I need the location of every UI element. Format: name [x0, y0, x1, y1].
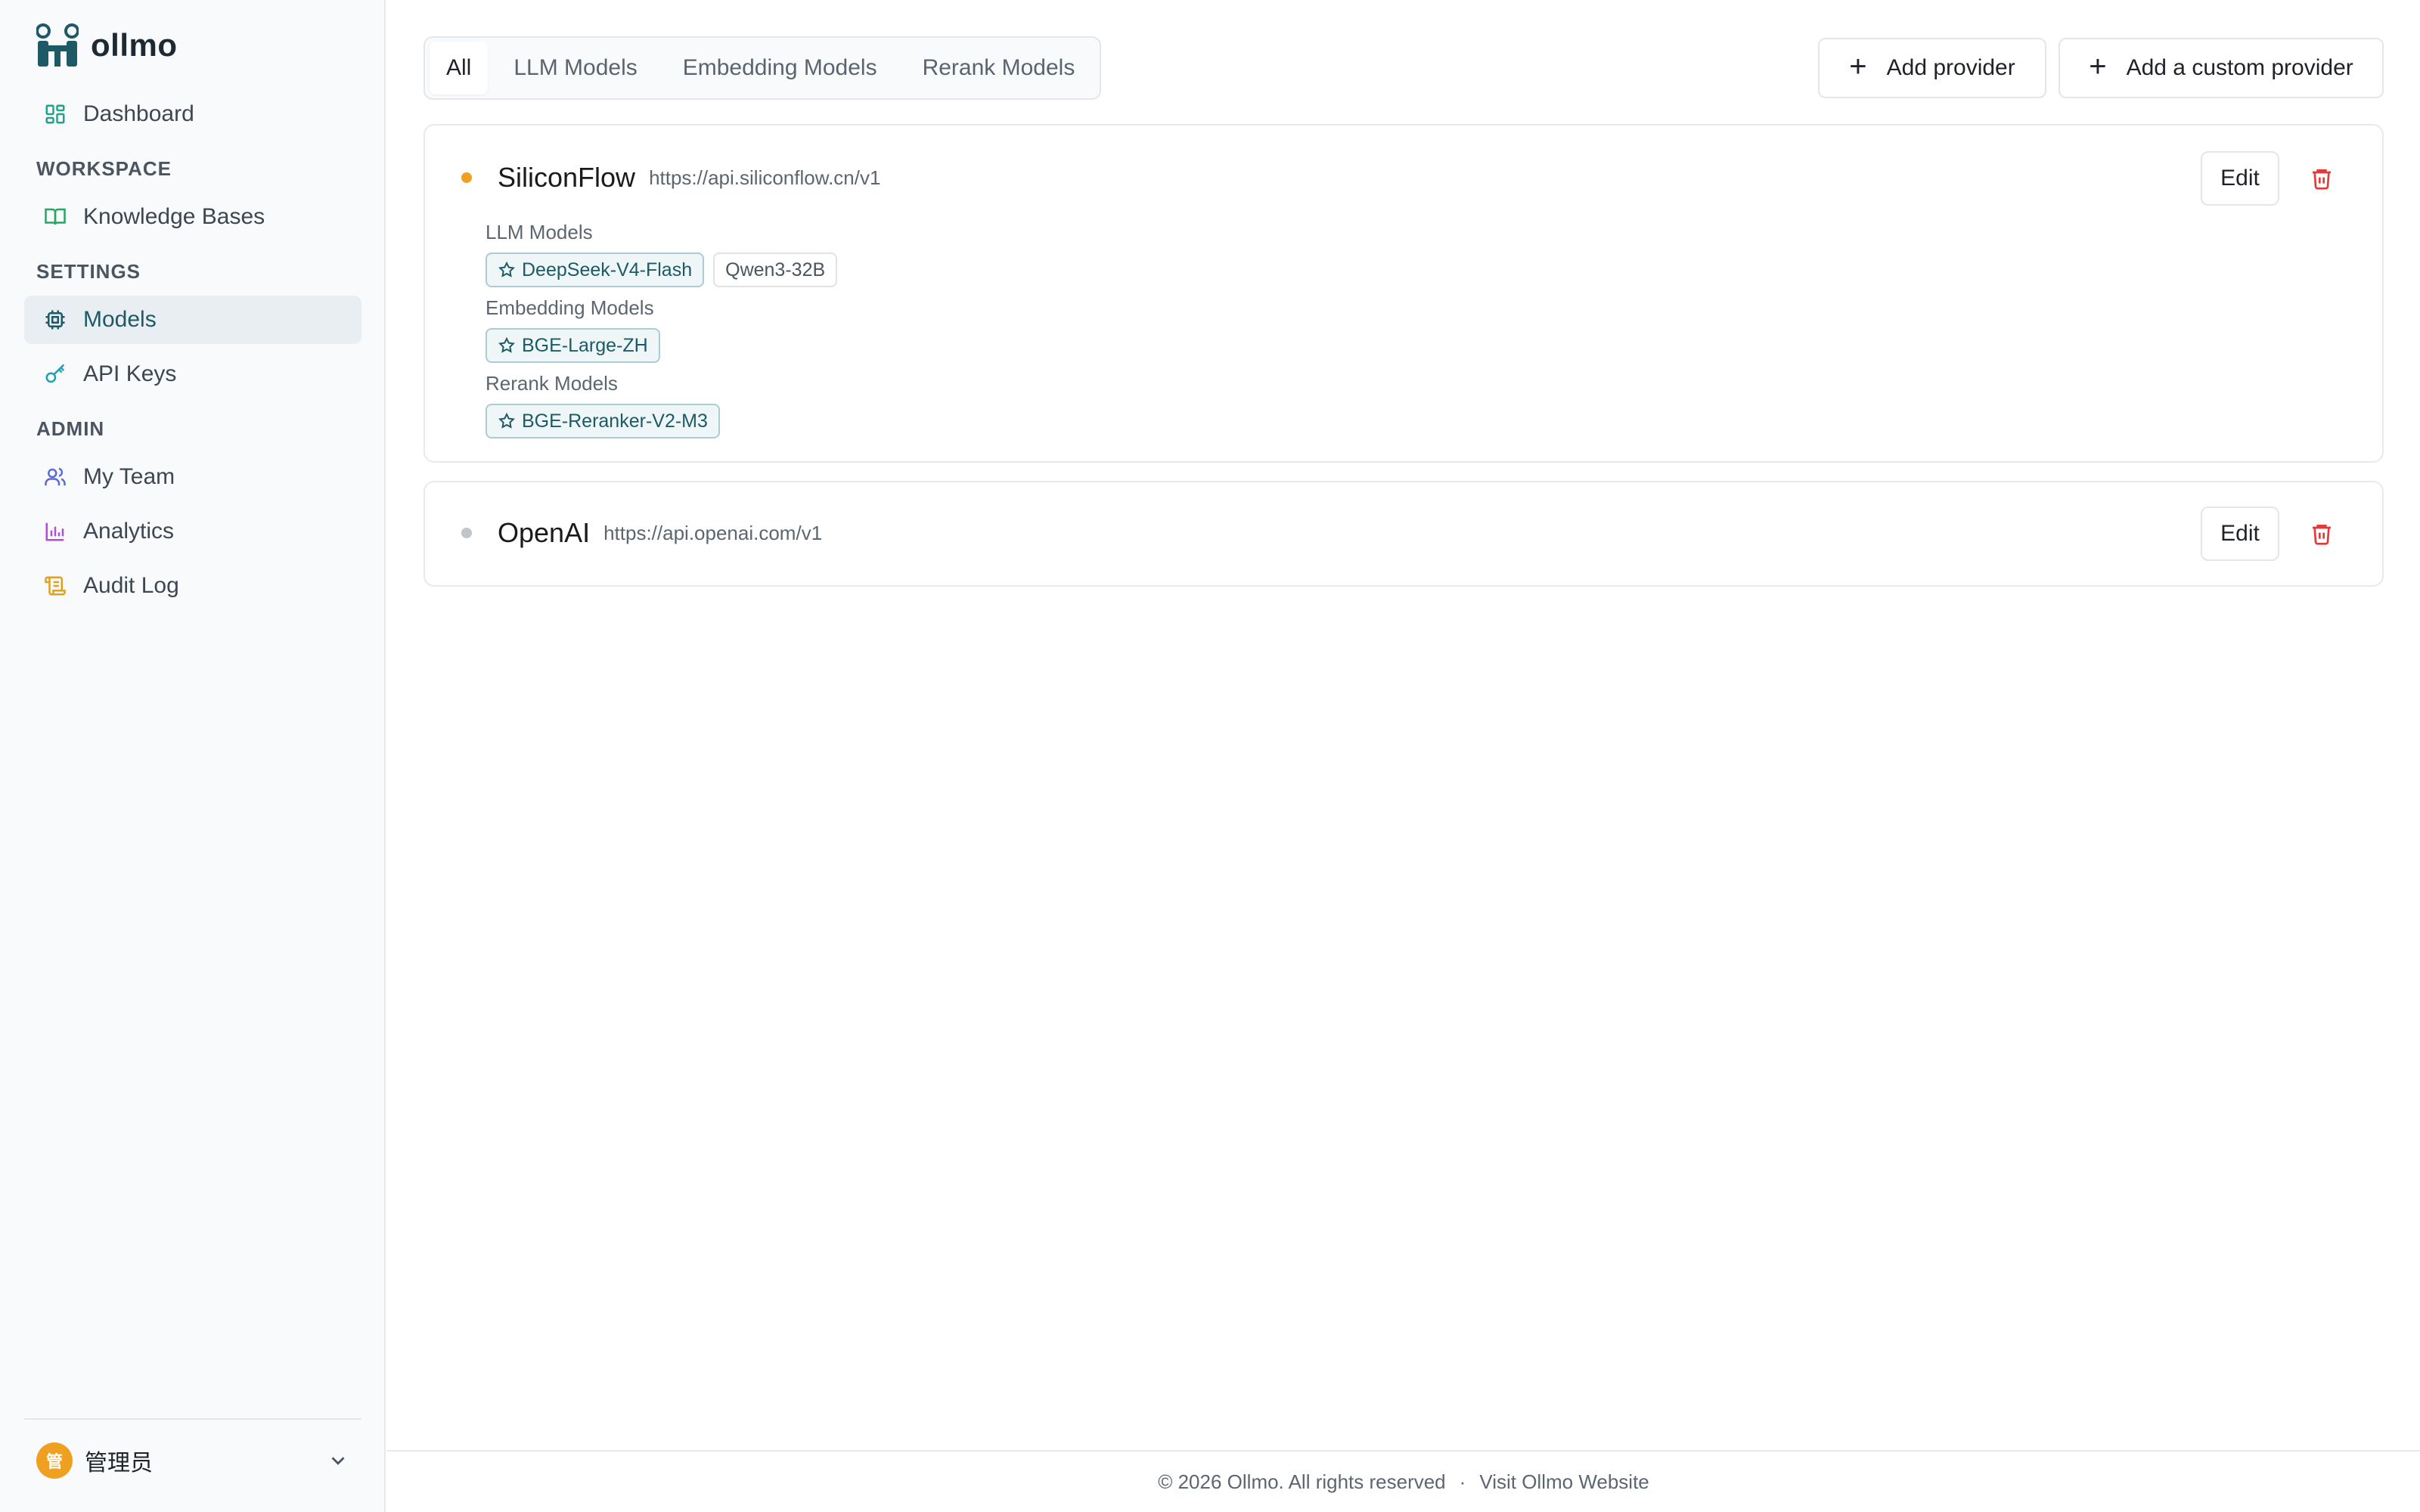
app-name: ollmo — [91, 27, 178, 63]
sidebar-item-label: Knowledge Bases — [83, 204, 265, 229]
model-chip-list: BGE-Reranker-V2-M3 — [486, 404, 720, 438]
dashboard-icon — [42, 101, 68, 127]
add-custom-provider-button[interactable]: + Add a custom provider — [2059, 38, 2384, 98]
app-logo[interactable]: ollmo — [36, 23, 178, 68]
users-icon — [42, 464, 68, 490]
add-custom-provider-label: Add a custom provider — [2126, 55, 2353, 80]
provider-url: https://api.siliconflow.cn/v1 — [649, 166, 881, 189]
tab-all[interactable]: All — [430, 42, 489, 94]
cpu-chip-icon — [42, 307, 68, 333]
book-open-icon — [42, 204, 68, 230]
sidebar-item-my-team[interactable]: My Team — [24, 453, 361, 501]
provider-url: https://api.openai.com/v1 — [603, 521, 823, 544]
sidebar: ollmo Dashboard WORKSPACE Knowledge Base… — [0, 0, 386, 1512]
sidebar-item-dashboard[interactable]: Dashboard — [24, 90, 361, 138]
website-link[interactable]: Visit Ollmo Website — [1479, 1470, 1649, 1494]
model-name: BGE-Reranker-V2-M3 — [522, 410, 708, 432]
provider-card-siliconflow: SiliconFlow https://api.siliconflow.cn/v… — [424, 124, 2384, 463]
add-provider-button[interactable]: + Add provider — [1818, 38, 2046, 98]
model-chip[interactable]: Qwen3-32B — [713, 253, 838, 287]
provider-header: OpenAI https://api.openai.com/v1 — [461, 517, 822, 549]
user-menu[interactable]: 管 管理员 — [36, 1441, 349, 1480]
model-chip-default[interactable]: BGE-Reranker-V2-M3 — [486, 404, 720, 438]
chevron-down-icon — [331, 1457, 345, 1465]
star-icon — [498, 261, 515, 277]
provider-header: SiliconFlow https://api.siliconflow.cn/v… — [461, 162, 880, 194]
user-name: 管理员 — [85, 1450, 153, 1476]
sidebar-item-label: Analytics — [83, 519, 175, 544]
sidebar-item-knowledge-bases[interactable]: Knowledge Bases — [24, 193, 361, 241]
star-icon — [498, 412, 515, 429]
model-chip-default[interactable]: BGE-Large-ZH — [486, 328, 660, 363]
delete-provider-button[interactable] — [2307, 163, 2337, 194]
sidebar-item-analytics[interactable]: Analytics — [24, 507, 361, 556]
model-name: Qwen3-32B — [725, 259, 826, 280]
tab-rerank-models[interactable]: Rerank Models — [903, 42, 1095, 94]
bar-chart-icon — [42, 519, 68, 544]
tab-llm-models[interactable]: LLM Models — [494, 42, 656, 94]
model-chip-list: DeepSeek-V4-Flash Qwen3-32B — [486, 253, 838, 287]
status-dot — [461, 528, 472, 538]
model-name: DeepSeek-V4-Flash — [522, 259, 693, 280]
key-icon — [42, 361, 68, 387]
sidebar-section-workspace: WORKSPACE — [36, 157, 172, 180]
provider-card-openai: OpenAI https://api.openai.com/v1 Edit — [424, 481, 2384, 587]
provider-name: SiliconFlow — [498, 162, 636, 193]
sidebar-divider — [24, 1418, 361, 1420]
copyright-text: © 2026 Ollmo. All rights reserved — [1158, 1470, 1446, 1493]
footer-separator: · — [1459, 1470, 1466, 1493]
delete-provider-button[interactable] — [2307, 519, 2337, 549]
model-group-label: Embedding Models — [486, 296, 654, 319]
avatar: 管 — [36, 1442, 73, 1479]
sidebar-item-label: Dashboard — [83, 101, 194, 126]
tab-embedding-models[interactable]: Embedding Models — [663, 42, 897, 94]
model-chip-default[interactable]: DeepSeek-V4-Flash — [486, 253, 705, 287]
sidebar-item-label: Models — [83, 307, 157, 332]
add-provider-label: Add provider — [1886, 55, 2015, 80]
plus-icon: + — [2089, 50, 2107, 83]
footer: © 2026 Ollmo. All rights reserved · Visi… — [387, 1467, 2420, 1497]
model-group-label: LLM Models — [486, 221, 593, 243]
edit-provider-button[interactable]: Edit — [2201, 507, 2279, 561]
sidebar-section-admin: ADMIN — [36, 417, 105, 440]
sidebar-item-label: My Team — [83, 464, 175, 489]
scroll-icon — [42, 573, 68, 599]
model-group-label: Rerank Models — [486, 372, 618, 395]
status-dot — [461, 172, 472, 183]
footer-divider — [387, 1450, 2420, 1452]
ollmo-logo-icon — [36, 23, 79, 67]
plus-icon: + — [1849, 50, 1867, 83]
trash-icon — [2313, 169, 2331, 190]
sidebar-item-audit-log[interactable]: Audit Log — [24, 562, 361, 610]
edit-provider-button[interactable]: Edit — [2201, 151, 2279, 206]
model-name: BGE-Large-ZH — [522, 334, 648, 356]
model-chip-list: BGE-Large-ZH — [486, 328, 660, 363]
sidebar-item-label: Audit Log — [83, 573, 179, 598]
provider-name: OpenAI — [498, 517, 591, 548]
sidebar-item-api-keys[interactable]: API Keys — [24, 350, 361, 398]
sidebar-item-label: API Keys — [83, 361, 177, 386]
model-type-tabs: All LLM Models Embedding Models Rerank M… — [424, 36, 1101, 100]
trash-icon — [2313, 525, 2331, 545]
sidebar-item-models[interactable]: Models — [24, 296, 361, 344]
sidebar-section-settings: SETTINGS — [36, 260, 141, 283]
star-icon — [498, 336, 515, 353]
